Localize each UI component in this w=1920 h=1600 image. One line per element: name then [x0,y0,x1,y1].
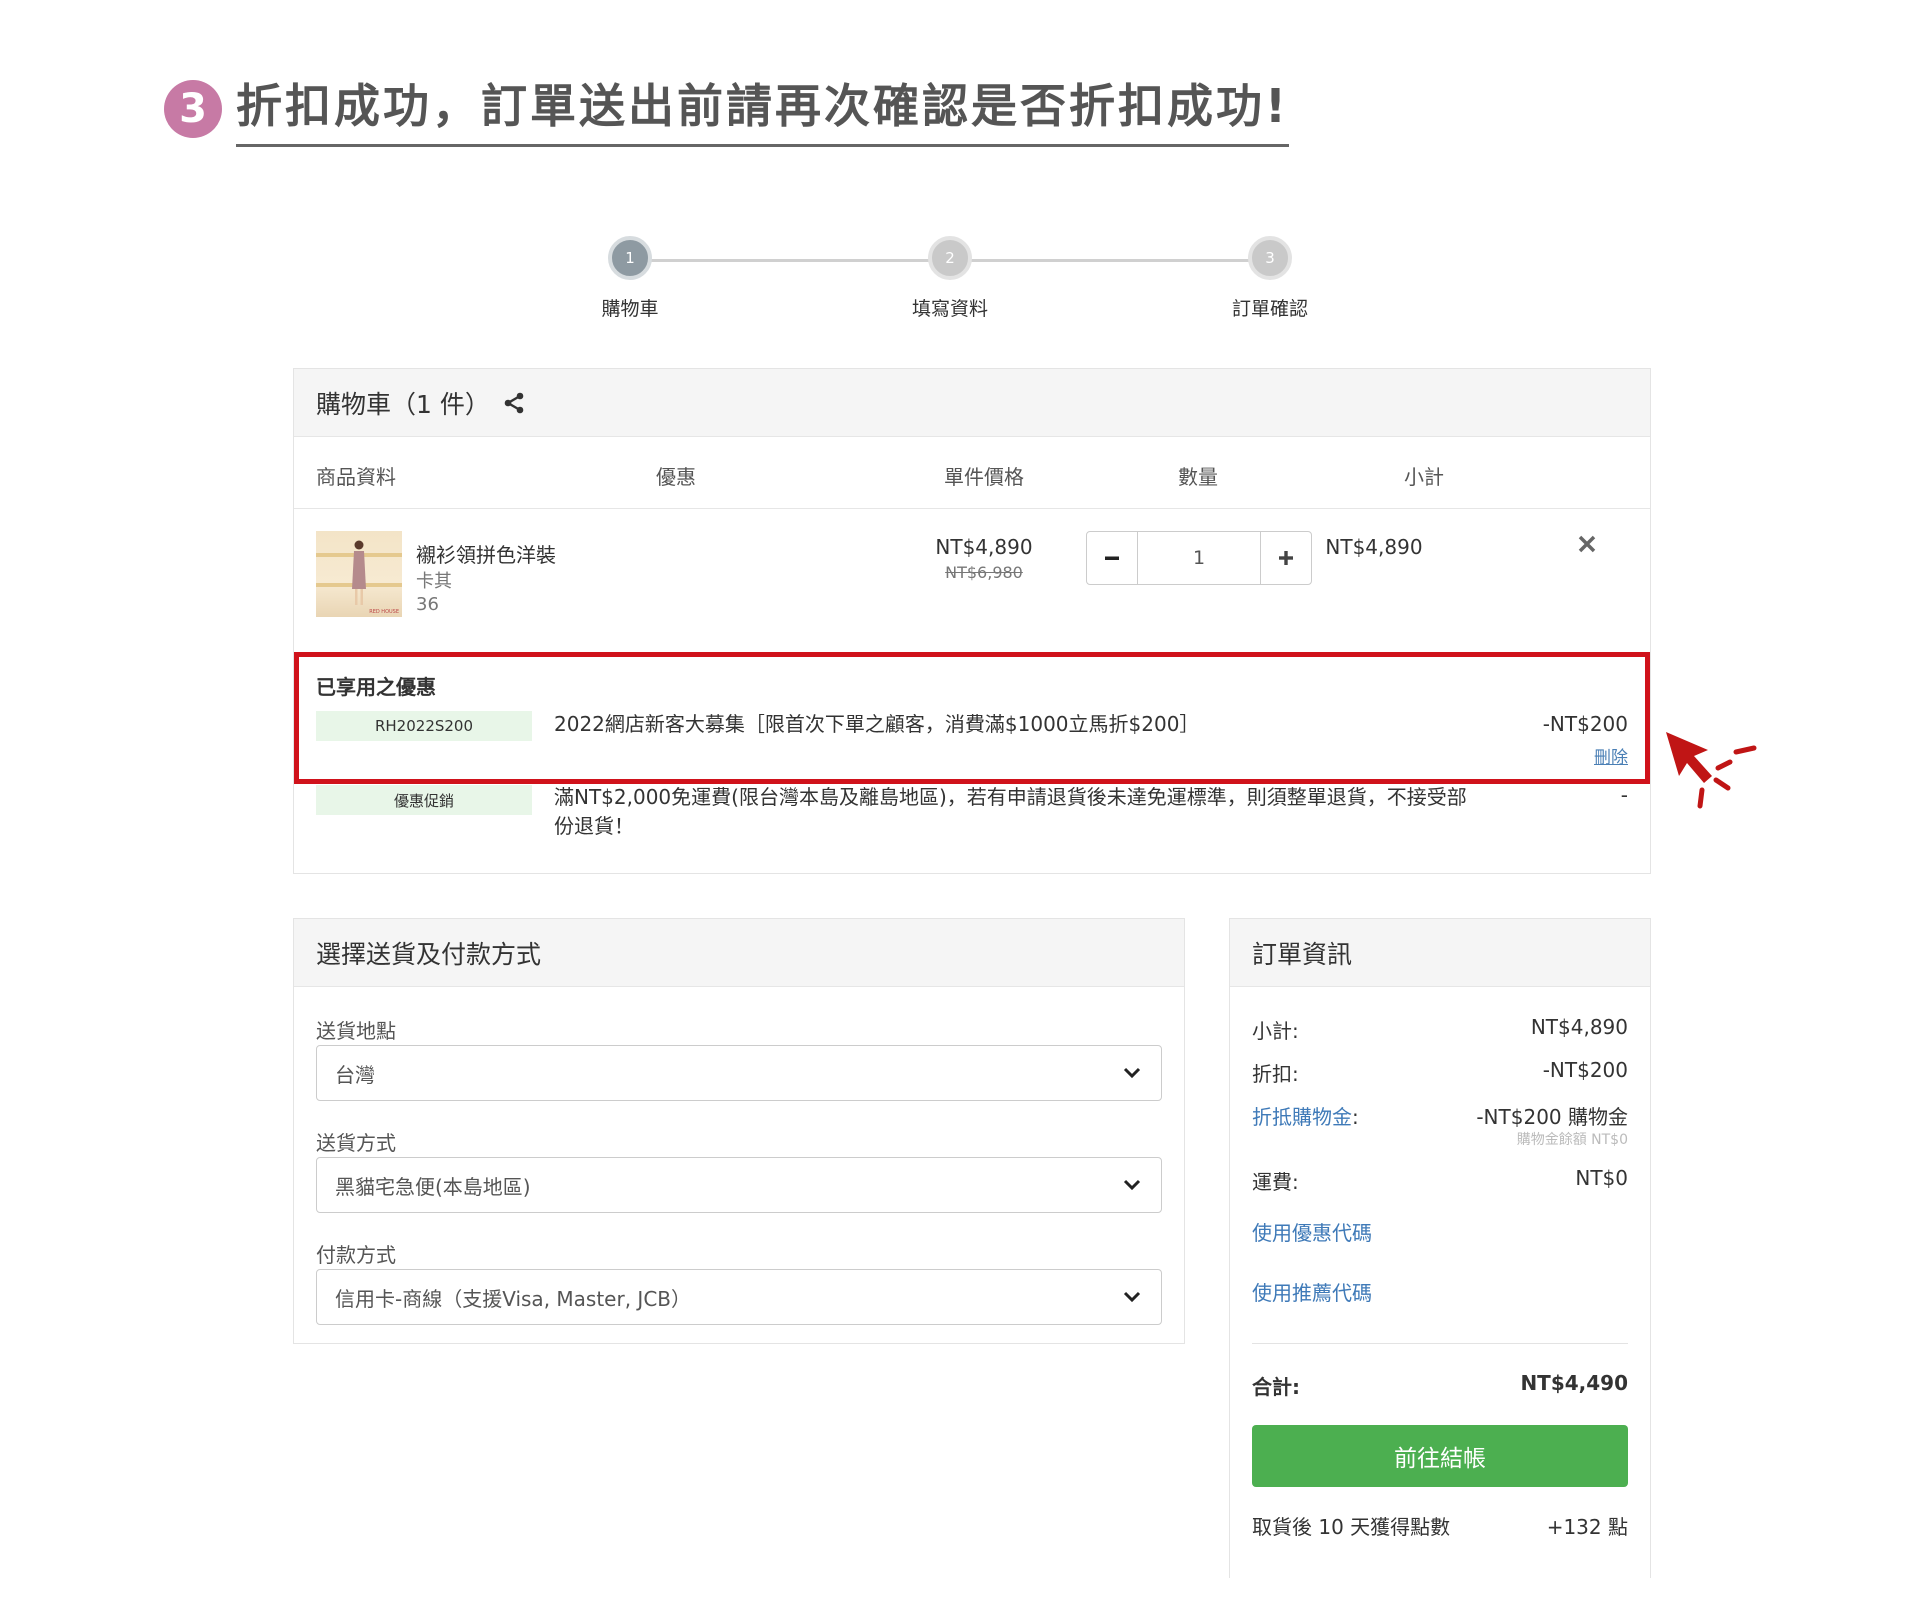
cart-panel: 購物車（1 件） 商品資料 優惠 單件價格 數量 小計 RED HOUSE 襯衫… [293,368,1651,874]
use-referral-code-link[interactable]: 使用推薦代碼 [1252,1277,1372,1306]
delivery-method-select[interactable]: 黑貓宅急便(本島地區) [316,1157,1162,1213]
minus-icon [1105,556,1119,560]
col-unit-price: 單件價格 [944,465,1024,489]
cart-title: 購物車（1 件） [316,389,490,419]
remove-item-button[interactable] [1578,531,1596,559]
promotion-tag: 優惠促銷 [316,785,532,815]
subtotal-label: 小計: [1252,1019,1299,1043]
promotion-description: 滿NT$2,000免運費(限台灣本島及離島地區)，若有申請退貨後未達免運標準，則… [554,783,1467,841]
step-dot: 2 [928,236,972,280]
product-name[interactable]: 襯衫領拼色洋裝 [416,539,556,568]
col-qty: 數量 [1178,465,1218,489]
shipping-payment-panel: 選擇送貨及付款方式 送貨地點 台灣 送貨方式 黑貓宅急便(本島地區) 付款方式 … [293,918,1185,1344]
order-header: 訂單資訊 [1230,919,1650,987]
cart-item-row: RED HOUSE 襯衫領拼色洋裝 卡其 36 NT$4,890 NT$6,98… [294,509,1650,649]
cart-columns: 商品資料 優惠 單件價格 數量 小計 [294,437,1650,509]
original-price: NT$6,980 [945,563,1023,582]
step-dot: 3 [1248,236,1292,280]
reward-points-value: +132 點 [1546,1515,1628,1539]
close-icon [1578,535,1596,553]
col-subtotal: 小計 [1404,465,1444,489]
payment-method-select[interactable]: 信用卡-商線（支援Visa, Master, JCB） [316,1269,1162,1325]
store-credit-value: -NT$200 購物金 [1476,1105,1628,1129]
quantity-input[interactable]: 1 [1137,532,1261,584]
step-label: 訂單確認 [1231,298,1308,320]
payment-method-label: 付款方式 [316,1243,396,1267]
subtotal-value: NT$4,890 [1530,1015,1628,1039]
thumbnail-brand: RED HOUSE [369,609,399,615]
product-size: 36 [416,594,439,615]
reward-points-label: 取貨後 10 天獲得點數 [1252,1515,1451,1539]
discount-value: -NT$200 [1542,1058,1628,1082]
instruction-text: 折扣成功，訂單送出前請再次確認是否折扣成功! [236,70,1289,147]
step-label: 填寫資料 [911,298,988,320]
checkout-stepper: 1 購物車 2 填寫資料 3 訂單確認 [560,236,1340,326]
total-label: 合計: [1252,1375,1300,1399]
shipping-fee-value: NT$0 [1575,1166,1628,1190]
quantity-stepper: 1 [1086,531,1312,585]
promotion-desc-line1: 滿NT$2,000免運費(限台灣本島及離島地區)，若有申請退貨後未達免運標準，則… [554,785,1467,809]
chevron-down-icon [1123,1067,1141,1079]
step-order-confirm: 3 訂單確認 [1200,236,1340,321]
divider [1252,1343,1628,1344]
product-thumbnail[interactable]: RED HOUSE [316,531,402,617]
instruction-title: 3 折扣成功，訂單送出前請再次確認是否折扣成功! [164,70,1289,147]
promotion-amount: - [1620,783,1628,807]
shipping-fee-label: 運費: [1252,1170,1299,1194]
discount-label: 折扣: [1252,1062,1299,1086]
plus-icon [1279,551,1293,565]
product-color: 卡其 [416,571,452,592]
decrease-button[interactable] [1087,532,1137,584]
col-product: 商品資料 [316,465,396,489]
step-dot: 1 [608,236,652,280]
delivery-location-label: 送貨地點 [316,1019,396,1043]
checkout-button[interactable]: 前往結帳 [1252,1425,1628,1487]
col-promo: 優惠 [656,465,696,489]
use-coupon-code-link[interactable]: 使用優惠代碼 [1252,1217,1372,1246]
shipping-header: 選擇送貨及付款方式 [294,919,1184,987]
unit-price: NT$4,890 [935,535,1033,559]
pointer-annotation-icon [1666,732,1757,809]
item-subtotal: NT$4,890 [1325,535,1423,559]
delivery-location-select[interactable]: 台灣 [316,1045,1162,1101]
delivery-method-label: 送貨方式 [316,1131,396,1155]
step-fill-info: 2 填寫資料 [880,236,1020,321]
share-icon[interactable] [502,391,526,415]
step-number-badge: 3 [164,79,222,138]
store-credit-row: 折抵購物金: [1252,1101,1359,1130]
store-credit-colon: : [1352,1105,1359,1129]
store-credit-balance: 購物金餘額 NT$0 [1516,1132,1628,1148]
chevron-down-icon [1123,1291,1141,1303]
payment-method-value: 信用卡-商線（支援Visa, Master, JCB） [335,1286,692,1311]
step-cart: 1 購物車 [560,236,700,321]
cart-header: 購物車（1 件） [294,369,1650,437]
chevron-down-icon [1123,1179,1141,1191]
promotion-desc-line2: 份退貨！ [554,814,634,838]
delivery-location-value: 台灣 [335,1062,375,1087]
model-figure [352,540,366,605]
total-value: NT$4,490 [1520,1371,1628,1395]
order-info-panel: 訂單資訊 小計: NT$4,890 折扣: -NT$200 折抵購物金: -NT… [1229,918,1651,1578]
step-label: 購物車 [601,298,659,320]
delivery-method-value: 黑貓宅急便(本島地區) [335,1174,531,1199]
highlight-box [294,652,1650,784]
store-credit-link[interactable]: 折抵購物金 [1252,1105,1352,1129]
